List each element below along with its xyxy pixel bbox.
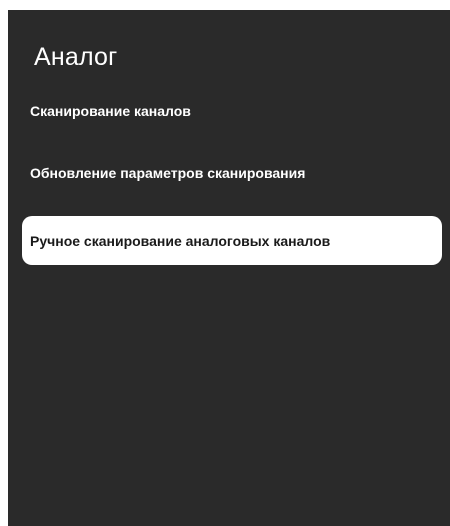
menu-item-label: Сканирование каналов — [30, 102, 191, 119]
tv-menu-panel: Аналог Сканирование каналов Обновление п… — [8, 10, 450, 526]
menu-item-update-scan-settings[interactable]: Обновление параметров сканирования — [22, 148, 442, 197]
menu-item-label: Ручное сканирование аналоговых каналов — [30, 232, 331, 249]
menu-item-channel-scan[interactable]: Сканирование каналов — [22, 86, 442, 135]
page-title: Аналог — [34, 43, 118, 71]
menu-item-manual-analog-scan[interactable]: Ручное сканирование аналоговых каналов — [22, 216, 442, 265]
menu-item-label: Обновление параметров сканирования — [30, 164, 306, 181]
